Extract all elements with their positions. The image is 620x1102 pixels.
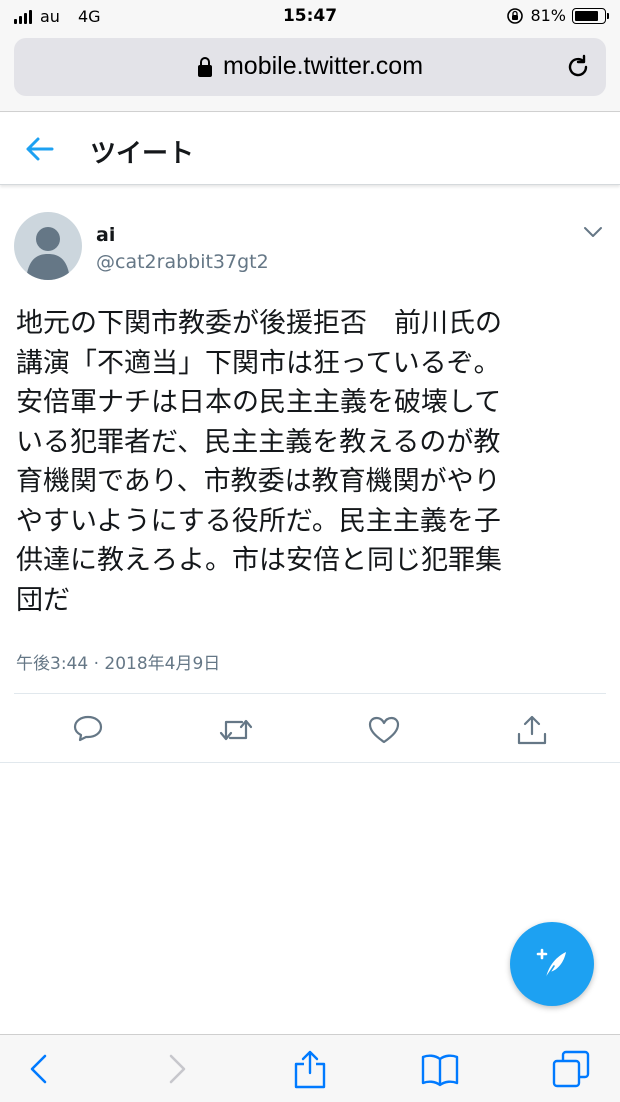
tweet-actions — [0, 706, 620, 756]
browser-back-icon[interactable] — [20, 1049, 60, 1089]
divider — [14, 693, 606, 694]
author-name[interactable]: ai — [96, 224, 115, 246]
back-arrow-icon[interactable] — [24, 135, 56, 163]
compose-tweet-button[interactable] — [510, 922, 594, 1006]
reply-icon[interactable] — [70, 712, 106, 748]
like-icon[interactable] — [366, 712, 402, 748]
tweet-timestamp[interactable]: 午後3:44 · 2018年4月9日 — [16, 649, 220, 674]
divider — [0, 762, 620, 763]
tweet-text: 地元の下関市教委が後援拒否 前川氏の 講演「不適当」下関市は狂っているぞ。 安倍… — [16, 308, 502, 616]
status-right: 81% — [506, 6, 609, 25]
tweet-header: ツイート — [0, 113, 620, 185]
tabs-icon[interactable] — [551, 1049, 591, 1089]
bookmarks-icon[interactable] — [420, 1049, 460, 1089]
lock-icon — [197, 56, 212, 77]
reload-icon[interactable] — [564, 53, 592, 81]
compose-feather-icon — [536, 948, 566, 979]
battery-percent: 81% — [530, 6, 566, 25]
status-bar: au 4G 15:47 81% — [0, 0, 620, 32]
orientation-lock-icon — [507, 7, 524, 24]
default-avatar-icon — [26, 227, 70, 280]
browser-address-area: mobile.twitter.com — [0, 32, 620, 112]
share-icon[interactable] — [514, 712, 550, 748]
browser-forward-icon[interactable] — [156, 1049, 196, 1089]
chevron-down-icon[interactable] — [582, 224, 604, 240]
author-handle[interactable]: @cat2rabbit37gt2 — [96, 251, 269, 273]
browser-share-icon[interactable] — [290, 1049, 330, 1089]
retweet-icon[interactable] — [218, 712, 254, 748]
avatar[interactable] — [14, 212, 82, 280]
battery-icon — [572, 7, 609, 24]
url-text: mobile.twitter.com — [222, 52, 424, 80]
page-title: ツイート — [90, 139, 195, 169]
url-field[interactable]: mobile.twitter.com — [14, 38, 606, 96]
browser-toolbar — [0, 1034, 620, 1102]
